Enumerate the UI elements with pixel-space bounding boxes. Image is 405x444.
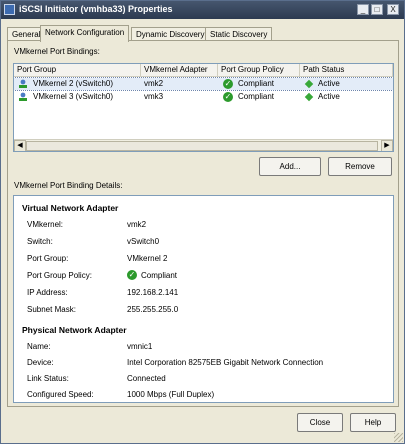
name-label: Name:	[27, 342, 51, 351]
subnet-mask-value: 255.255.255.0	[127, 305, 179, 314]
policy-cell: Compliant	[238, 92, 275, 101]
port-bindings-list[interactable]: Port Group VMkernel Adapter Port Group P…	[13, 63, 394, 152]
vmkernel-label: VMkernel:	[27, 220, 64, 229]
binding-details-box: Virtual Network Adapter VMkernel: vmk2 S…	[13, 195, 394, 403]
vmkernel-adapter-icon	[19, 79, 27, 88]
switch-value: vSwitch0	[127, 237, 160, 246]
window-title: iSCSI Initiator (vmhba33) Properties	[19, 4, 173, 14]
title-bar[interactable]: iSCSI Initiator (vmhba33) Properties _ □…	[1, 1, 404, 19]
scrollbar-thumb[interactable]	[26, 141, 378, 151]
configured-speed-label: Configured Speed:	[27, 390, 94, 399]
active-status-icon	[304, 79, 314, 89]
column-header-path-status[interactable]: Path Status	[300, 64, 393, 76]
horizontal-scrollbar[interactable]: ◀ ▶	[14, 139, 393, 151]
compliant-check-icon: ✓	[127, 270, 137, 280]
binding-details-label: VMkernel Port Binding Details:	[14, 181, 123, 190]
port-group-cell: VMkernel 3 (vSwitch0)	[33, 92, 114, 101]
resize-grip-icon[interactable]	[394, 433, 403, 442]
vmkernel-adapter-icon	[19, 92, 27, 101]
close-window-button[interactable]: X	[387, 4, 399, 15]
add-button[interactable]: Add...	[259, 157, 321, 176]
help-button[interactable]: Help	[350, 413, 396, 432]
column-header-vmkernel-adapter[interactable]: VMkernel Adapter	[141, 64, 218, 76]
network-configuration-panel: VMkernel Port Bindings: Port Group VMker…	[7, 40, 399, 407]
port-group-policy-value: Compliant	[141, 271, 178, 280]
compliant-check-icon: ✓	[223, 79, 233, 89]
iscsi-app-icon	[4, 4, 15, 15]
vmkernel-value: vmk2	[127, 220, 147, 229]
minimize-button[interactable]: _	[357, 4, 369, 15]
configured-speed-value: 1000 Mbps (Full Duplex)	[127, 390, 215, 399]
adapter-cell: vmk2	[144, 79, 164, 88]
compliant-check-icon: ✓	[223, 92, 233, 102]
physical-adapter-heading: Physical Network Adapter	[22, 325, 127, 335]
scroll-left-arrow-icon[interactable]: ◀	[14, 140, 26, 151]
properties-window: iSCSI Initiator (vmhba33) Properties _ □…	[0, 0, 405, 444]
status-cell: Active	[318, 79, 340, 88]
link-status-value: Connected	[127, 374, 166, 383]
remove-button[interactable]: Remove	[328, 157, 392, 176]
active-status-icon	[304, 92, 314, 102]
policy-cell: Compliant	[238, 79, 275, 88]
virtual-adapter-heading: Virtual Network Adapter	[22, 203, 119, 213]
binding-row[interactable]: VMkernel 3 (vSwitch0) vmk3 ✓ Compliant A…	[14, 91, 393, 103]
port-group-value: VMkernel 2	[127, 254, 168, 263]
name-value: vmnic1	[127, 342, 153, 351]
link-status-label: Link Status:	[27, 374, 69, 383]
subnet-mask-label: Subnet Mask:	[27, 305, 76, 314]
binding-row[interactable]: VMkernel 2 (vSwitch0) vmk2 ✓ Compliant A…	[14, 77, 393, 91]
close-button[interactable]: Close	[297, 413, 343, 432]
ip-address-label: IP Address:	[27, 288, 68, 297]
column-header-port-group[interactable]: Port Group	[14, 64, 141, 76]
scroll-right-arrow-icon[interactable]: ▶	[381, 140, 393, 151]
tab-static-discovery[interactable]: Static Discovery	[205, 27, 273, 41]
switch-label: Switch:	[27, 237, 53, 246]
list-header: Port Group VMkernel Adapter Port Group P…	[14, 64, 393, 77]
ip-address-value: 192.168.2.141	[127, 288, 179, 297]
maximize-button[interactable]: □	[371, 4, 383, 15]
status-cell: Active	[318, 92, 340, 101]
port-group-policy-label: Port Group Policy:	[27, 271, 92, 280]
port-group-label: Port Group:	[27, 254, 69, 263]
tab-dynamic-discovery[interactable]: Dynamic Discovery	[131, 27, 210, 41]
device-value: Intel Corporation 82575EB Gigabit Networ…	[127, 358, 324, 367]
port-group-cell: VMkernel 2 (vSwitch0)	[33, 79, 114, 88]
device-label: Device:	[27, 358, 54, 367]
column-header-port-group-policy[interactable]: Port Group Policy	[218, 64, 300, 76]
tab-network-configuration[interactable]: Network Configuration	[40, 25, 130, 42]
port-bindings-label: VMkernel Port Bindings:	[14, 47, 100, 56]
adapter-cell: vmk3	[144, 92, 164, 101]
